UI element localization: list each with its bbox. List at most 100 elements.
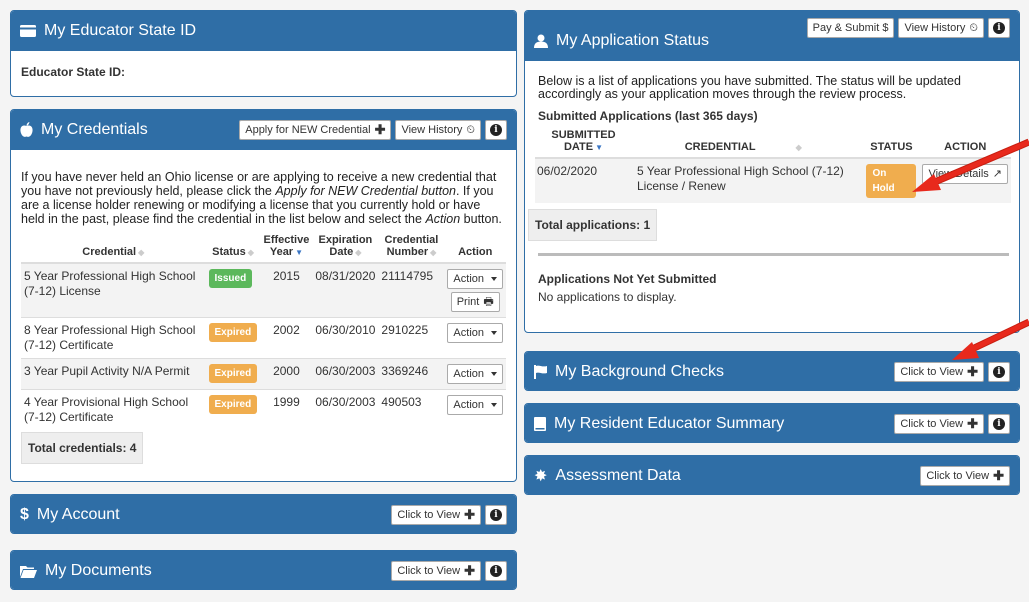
desc-emphasis: Action (425, 212, 461, 226)
documents-info-button[interactable]: i (485, 561, 507, 581)
print-button[interactable]: Print 🖶 (450, 292, 500, 312)
table-row: 5 Year Professional High School (7-12) L… (21, 262, 506, 318)
background-checks-panel: My Background Checks Click to View ✚ i (524, 351, 1020, 391)
id-card-icon (20, 25, 36, 37)
background-view-button[interactable]: Click to View ✚ (894, 362, 984, 382)
expiration-cell: 06/30/2003 (312, 358, 379, 390)
application-status-panel: My Application Status Pay & Submit $ Vie… (524, 10, 1020, 333)
header-label: ACTION (944, 141, 987, 153)
resident-title: My Resident Educator Summary (554, 415, 785, 432)
credentials-info-button[interactable]: i (485, 120, 507, 140)
account-info-button[interactable]: i (485, 505, 507, 525)
background-title: My Background Checks (555, 363, 724, 380)
caret-down-icon (491, 331, 497, 335)
info-icon: i (993, 418, 1005, 430)
background-info-button[interactable]: i (988, 362, 1010, 382)
pay-submit-button[interactable]: Pay & Submit $ (806, 18, 895, 38)
view-label: Click to View (900, 366, 964, 378)
action-label: Action (453, 367, 484, 380)
action-cell: Action (444, 317, 506, 359)
caret-down-icon (491, 372, 497, 376)
action-dropdown-button[interactable]: Action (447, 395, 503, 415)
application-status-header: My Application Status Pay & Submit $ Vie… (525, 11, 1019, 61)
credentials-table: Credential ◆ Status ◆ Effective Year ▼ Expi… (21, 232, 506, 430)
credentials-header: My Credentials Apply for NEW Credential ✚… (11, 110, 516, 150)
year-cell: 2000 (260, 358, 313, 390)
educator-id-title: My Educator State ID (44, 22, 197, 39)
header-label: SUBMITTED DATE (551, 129, 616, 153)
action-dropdown-button[interactable]: Action (447, 269, 503, 289)
history-label: View History (401, 124, 463, 136)
view-label: Click to View (397, 509, 461, 521)
sort-icon: ◆ (138, 248, 145, 257)
plus-icon: ✚ (464, 563, 475, 578)
educator-id-header: My Educator State ID (11, 11, 516, 51)
sort-desc-icon: ▼ (595, 143, 604, 152)
application-title: My Application Status (556, 32, 709, 49)
account-panel: $ My Account Click to View ✚ i (10, 494, 517, 534)
header-label: Status (212, 246, 246, 258)
table-row: 3 Year Pupil Activity N/A Permit Expired… (21, 358, 506, 390)
caret-down-icon (491, 403, 497, 407)
view-details-button[interactable]: View Details ↗ (922, 164, 1008, 184)
status-cell: Expired (205, 389, 261, 430)
right-column: My Application Status Pay & Submit $ Vie… (524, 10, 1020, 507)
year-cell: 2015 (260, 262, 313, 318)
credentials-description: If you have never held an Ohio license o… (21, 170, 506, 226)
credential-cell: 5 Year Professional High School (7-12) L… (21, 262, 206, 318)
info-icon: i (490, 124, 502, 136)
header-label: CREDENTIAL (684, 141, 756, 153)
submitted-heading: Submitted Applications (last 365 days) (538, 109, 758, 123)
desc-part: button. (460, 212, 502, 226)
application-info-button[interactable]: i (988, 18, 1010, 38)
col-submitted-date[interactable]: SUBMITTED DATE ▼ (535, 127, 623, 159)
table-row: 4 Year Provisional High School (7-12) Ce… (21, 389, 506, 430)
dollar-icon: $ (20, 506, 29, 523)
educator-id-label: Educator State ID: (21, 65, 126, 79)
documents-view-button[interactable]: Click to View ✚ (391, 561, 481, 581)
status-badge: On Hold (866, 164, 917, 198)
clock-icon: ⏲ (969, 21, 978, 34)
view-label: Click to View (926, 470, 990, 482)
col-status[interactable]: Status ◆ (205, 232, 261, 264)
action-dropdown-button[interactable]: Action (447, 364, 503, 384)
resident-view-button[interactable]: Click to View ✚ (894, 414, 984, 434)
account-title: My Account (36, 506, 120, 523)
view-label: Click to View (397, 565, 461, 577)
action-label: Action (453, 398, 484, 411)
table-row: 8 Year Professional High School (7-12) C… (21, 317, 506, 359)
assessment-header: ✸ Assessment Data Click to View ✚ (525, 456, 1019, 494)
col-expiration-date[interactable]: Expiration Date ◆ (312, 232, 379, 264)
col-effective-year[interactable]: Effective Year ▼ (260, 232, 313, 264)
plus-icon: ✚ (464, 507, 475, 522)
sort-desc-icon: ▼ (295, 248, 304, 257)
apply-label: Apply for NEW Credential (245, 124, 371, 136)
account-view-button[interactable]: Click to View ✚ (391, 505, 481, 525)
apple-icon (20, 122, 33, 137)
action-cell: Action (444, 358, 506, 390)
col-credential-number[interactable]: Credential Number ◆ (378, 232, 445, 264)
resident-info-button[interactable]: i (988, 414, 1010, 434)
action-label: Action (453, 326, 484, 339)
col-credential[interactable]: Credential ◆ (21, 232, 206, 264)
documents-header: My Documents Click to View ✚ i (11, 551, 516, 589)
assessment-view-button[interactable]: Click to View ✚ (920, 466, 1010, 486)
header-label: Credential (82, 246, 137, 258)
folder-open-icon (20, 565, 37, 578)
apply-new-credential-button[interactable]: Apply for NEW Credential ✚ (239, 120, 392, 140)
credentials-history-button[interactable]: View History ⏲ (395, 120, 481, 140)
status-cell: Expired (205, 317, 261, 359)
expiration-cell: 06/30/2003 (312, 389, 379, 430)
sort-icon: ◆ (795, 143, 802, 152)
header-label: Expiration Date (318, 234, 373, 258)
plus-icon: ✚ (967, 416, 978, 431)
credential-cell: 8 Year Professional High School (7-12) C… (21, 317, 206, 359)
application-history-button[interactable]: View History ⏲ (898, 18, 984, 38)
credentials-title: My Credentials (41, 121, 148, 138)
year-cell: 1999 (260, 389, 313, 430)
action-dropdown-button[interactable]: Action (447, 323, 503, 343)
clock-icon: ⏲ (466, 123, 475, 136)
col-credential[interactable]: CREDENTIAL ◆ (623, 127, 864, 159)
info-icon: i (490, 565, 502, 577)
col-status[interactable]: STATUS (863, 127, 920, 159)
